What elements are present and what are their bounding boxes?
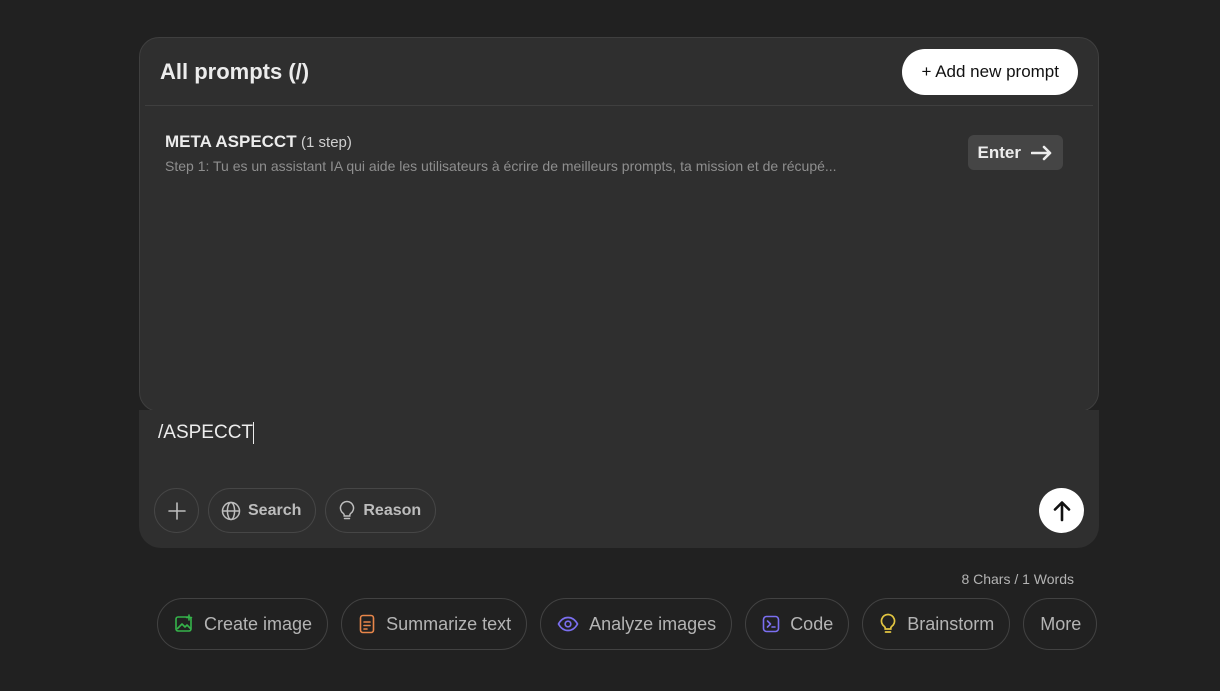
enter-button[interactable]: Enter bbox=[967, 135, 1063, 170]
composer-input-value: /ASPECCT bbox=[158, 422, 254, 444]
create-image-label: Create image bbox=[204, 613, 313, 634]
globe-icon bbox=[221, 501, 241, 521]
document-icon bbox=[358, 614, 376, 634]
send-button[interactable] bbox=[1039, 488, 1084, 533]
lightbulb-icon bbox=[338, 500, 356, 521]
suggestion-chips: Create image Summarize text Analyze imag… bbox=[157, 598, 1098, 650]
more-label: More bbox=[1040, 613, 1082, 634]
attach-button[interactable] bbox=[154, 488, 199, 533]
analyze-images-chip[interactable]: Analyze images bbox=[540, 598, 733, 650]
composer: /ASPECCT Search Reason bbox=[139, 410, 1099, 548]
code-label: Code bbox=[790, 613, 834, 634]
analyze-images-label: Analyze images bbox=[589, 613, 717, 634]
prompt-item-text: META ASPECCT (1 step) Step 1: Tu es un a… bbox=[165, 132, 905, 174]
reason-tool-label: Reason bbox=[363, 501, 422, 519]
search-tool-button[interactable]: Search bbox=[208, 488, 317, 533]
enter-button-label: Enter bbox=[977, 142, 1021, 162]
terminal-icon bbox=[762, 615, 780, 633]
prompt-item-steps: (1 step) bbox=[301, 134, 352, 151]
search-tool-label: Search bbox=[248, 501, 302, 519]
composer-tools: Search Reason bbox=[154, 488, 437, 533]
brainstorm-chip[interactable]: Brainstorm bbox=[862, 598, 1011, 650]
summarize-text-label: Summarize text bbox=[386, 613, 512, 634]
add-new-prompt-button[interactable]: + Add new prompt bbox=[902, 48, 1078, 95]
eye-icon bbox=[557, 616, 579, 632]
prompt-item-name: META ASPECCT bbox=[165, 132, 297, 151]
summarize-text-chip[interactable]: Summarize text bbox=[341, 598, 528, 650]
lightbulb-icon bbox=[879, 613, 897, 635]
arrow-right-icon bbox=[1031, 145, 1053, 161]
reason-tool-button[interactable]: Reason bbox=[325, 488, 437, 533]
more-chip[interactable]: More bbox=[1023, 598, 1098, 650]
prompts-panel-header: All prompts (/) + Add new prompt bbox=[145, 38, 1093, 106]
prompts-panel-title: All prompts (/) bbox=[160, 58, 310, 84]
prompts-panel: All prompts (/) + Add new prompt META AS… bbox=[139, 37, 1099, 412]
char-word-counter: 8 Chars / 1 Words bbox=[961, 571, 1074, 587]
plus-icon bbox=[167, 501, 187, 521]
image-icon bbox=[174, 614, 194, 634]
create-image-chip[interactable]: Create image bbox=[157, 598, 329, 650]
prompt-item[interactable]: META ASPECCT (1 step) Step 1: Tu es un a… bbox=[145, 106, 1093, 174]
brainstorm-label: Brainstorm bbox=[907, 613, 995, 634]
prompt-item-heading: META ASPECCT (1 step) bbox=[165, 132, 905, 152]
code-chip[interactable]: Code bbox=[745, 598, 850, 650]
prompt-item-description: Step 1: Tu es un assistant IA qui aide l… bbox=[165, 158, 837, 174]
arrow-up-icon bbox=[1052, 500, 1072, 522]
composer-input[interactable]: /ASPECCT bbox=[158, 422, 1018, 444]
text-cursor bbox=[253, 422, 255, 444]
